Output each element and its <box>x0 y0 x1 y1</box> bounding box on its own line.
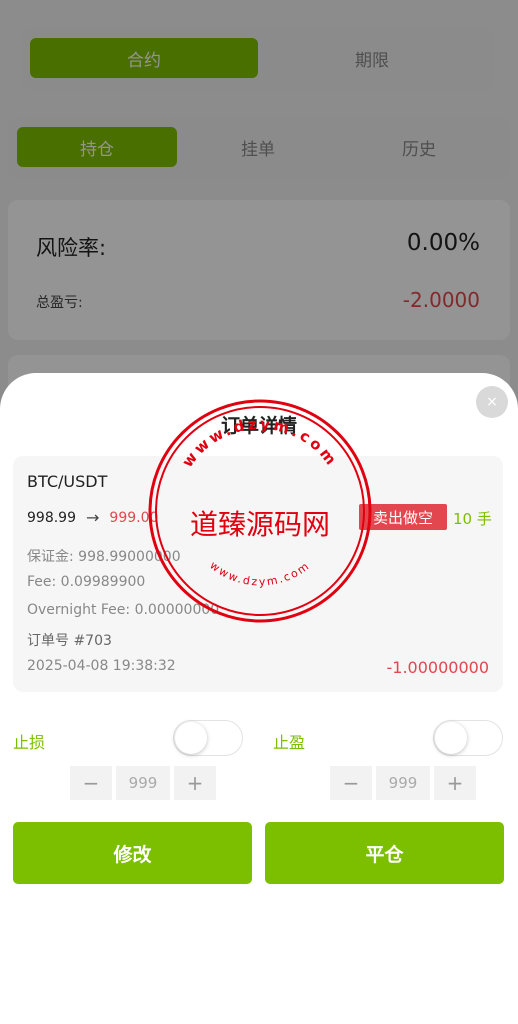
overnight-fee-text: Overnight Fee: 0.00000000 <box>27 602 220 618</box>
arrow-right-icon: → <box>86 508 100 527</box>
price-line: 998.99 → 999.00 <box>27 508 158 527</box>
open-price: 998.99 <box>27 509 76 526</box>
lots-value: 10 手 <box>453 510 492 528</box>
take-profit-value[interactable]: 999 <box>376 766 430 800</box>
order-amount: -1.00000000 <box>386 658 489 677</box>
order-detail-sheet: × 订单详情 BTC/USDT 998.99 → 999.00 卖出做空 10 … <box>0 373 518 1024</box>
stop-loss-value[interactable]: 999 <box>116 766 170 800</box>
toggle-knob <box>435 722 467 754</box>
order-symbol: BTC/USDT <box>27 472 108 491</box>
toggle-knob <box>175 722 207 754</box>
modify-button[interactable]: 修改 <box>13 822 252 884</box>
order-number: 订单号 #703 <box>27 633 112 649</box>
current-price: 999.00 <box>109 509 159 526</box>
take-profit-label: 止盈 <box>273 733 306 752</box>
sheet-title: 订单详情 <box>220 415 297 437</box>
stop-loss-toggle[interactable] <box>173 720 243 756</box>
minus-icon[interactable]: − <box>330 766 372 800</box>
margin-text: 保证金: 998.99000000 <box>27 549 181 565</box>
fee-text: Fee: 0.09989900 <box>27 574 146 590</box>
order-detail-card: BTC/USDT 998.99 → 999.00 卖出做空 10 手 保证金: … <box>13 456 503 692</box>
stop-loss-stepper: − 999 + <box>70 766 216 800</box>
take-profit-toggle[interactable] <box>433 720 503 756</box>
close-position-button[interactable]: 平仓 <box>265 822 504 884</box>
minus-icon[interactable]: − <box>70 766 112 800</box>
take-profit-stepper: − 999 + <box>330 766 476 800</box>
side-badge: 卖出做空 <box>359 504 447 530</box>
stop-loss-label: 止损 <box>13 733 46 752</box>
plus-icon[interactable]: + <box>434 766 476 800</box>
order-time: 2025-04-08 19:38:32 <box>27 658 176 674</box>
plus-icon[interactable]: + <box>174 766 216 800</box>
